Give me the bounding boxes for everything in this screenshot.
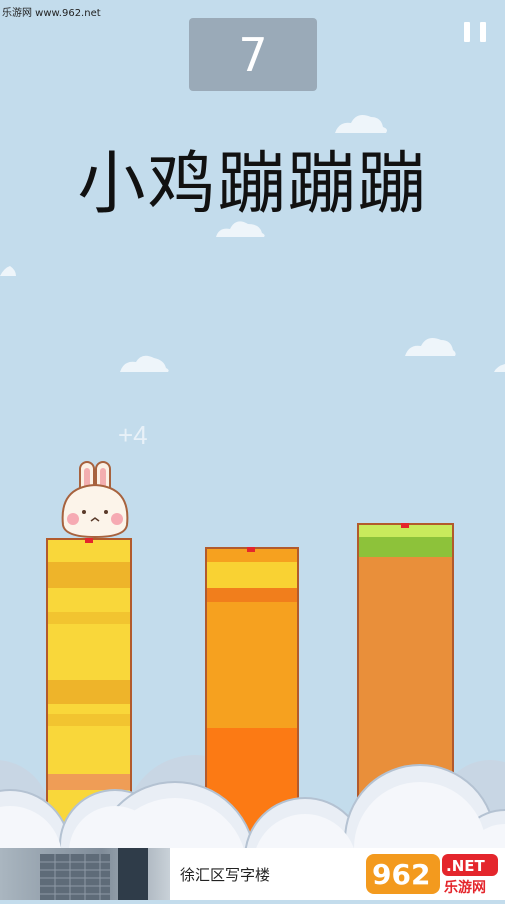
bonus-points: +4 (118, 420, 148, 450)
ad-text[interactable]: 徐汇区写字楼 (180, 864, 270, 885)
game-title: 小鸡蹦蹦蹦 (77, 145, 428, 224)
landing-marker (401, 523, 409, 528)
pause-button[interactable] (464, 22, 486, 42)
cloud-icon (120, 355, 169, 372)
site-watermark: 乐游网 www.962.net (2, 8, 101, 19)
logo-sub-text: 乐游网 (444, 879, 486, 896)
landing-marker (247, 547, 255, 552)
ad-image[interactable] (0, 848, 170, 900)
score-value: 7 (238, 27, 268, 82)
bunny-character (61, 461, 129, 539)
ad-banner[interactable]: 徐汇区写字楼 962 .NET 乐游网 (0, 848, 505, 900)
cloud-icon (0, 266, 16, 276)
score-display: 7 (189, 18, 317, 91)
logo-main-text: 962 (372, 858, 430, 891)
landing-marker (85, 538, 93, 543)
site-logo: 962 .NET 乐游网 (366, 852, 498, 896)
cloud-icon (494, 364, 505, 372)
cloud-icon (405, 338, 456, 356)
logo-net-text: .NET (446, 857, 485, 875)
